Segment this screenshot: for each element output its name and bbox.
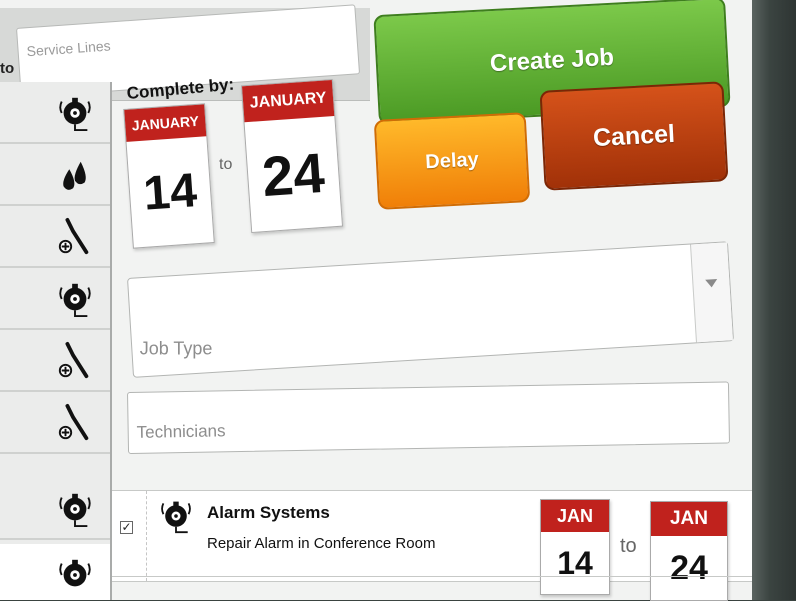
end-day: 24 [259,140,327,208]
alarm-bell-icon [161,501,191,534]
job-category: Alarm Systems [207,503,330,522]
water-drops-icon [63,161,86,190]
date-range-separator: to [219,156,233,173]
job-type-select[interactable]: Job Type [127,241,734,378]
row-divider [146,491,147,581]
job-end-calendar: JAN 24 [650,501,728,601]
start-day: 14 [141,163,199,221]
sidebar-item-tools[interactable] [0,206,110,268]
cancel-button[interactable]: Cancel [539,81,729,191]
job-start-calendar: JAN 14 [540,499,610,595]
service-lines-input[interactable] [24,19,361,61]
job-select-checkbox[interactable]: ✓ [120,521,133,534]
technicians-placeholder: Technicians [136,421,226,442]
job-type-dropdown-toggle[interactable] [690,242,733,343]
screwdriver-add-icon [58,218,89,255]
job-type-placeholder: Job Type [139,338,213,359]
alarm-bell-icon [59,283,91,318]
screwdriver-add-icon [58,342,89,379]
job-start-day: 14 [557,544,593,581]
alarm-bell-icon [59,493,91,528]
list-divider [112,576,758,577]
job-end-month: JAN [651,502,727,536]
technicians-field[interactable]: Technicians [127,381,730,454]
sidebar-item-alarm[interactable] [0,478,110,540]
delay-button[interactable]: Delay [373,112,531,210]
start-date-calendar[interactable]: JANUARY 14 [123,103,215,249]
job-start-month: JAN [541,500,609,532]
alarm-bell-icon [59,97,91,132]
alarm-bell-icon [59,559,91,587]
end-date-calendar[interactable]: JANUARY 24 [240,78,344,234]
sidebar-item-tools[interactable] [0,330,110,392]
job-date-separator: to [620,535,637,557]
sidebar-item-alarm-selected[interactable] [0,544,110,600]
sidebar-item-plumbing[interactable] [0,144,110,206]
device-bezel-right [752,0,796,600]
sidebar-item-alarm[interactable] [0,268,110,330]
job-end-day: 24 [670,548,708,587]
app-screen: to Service Lines Complete by: JANUARY 14… [0,0,758,601]
sidebar-item-alarm[interactable] [0,82,110,144]
sidebar-item-tools[interactable] [0,392,110,454]
service-line-sidebar [0,82,112,600]
screwdriver-add-icon [58,404,89,441]
job-list-item[interactable]: ✓ Alarm Systems Repair Alarm in Conferen… [112,490,758,601]
chevron-down-icon [705,278,718,288]
search-prefix-label: to [0,60,15,77]
job-description: Repair Alarm in Conference Room [207,535,436,552]
